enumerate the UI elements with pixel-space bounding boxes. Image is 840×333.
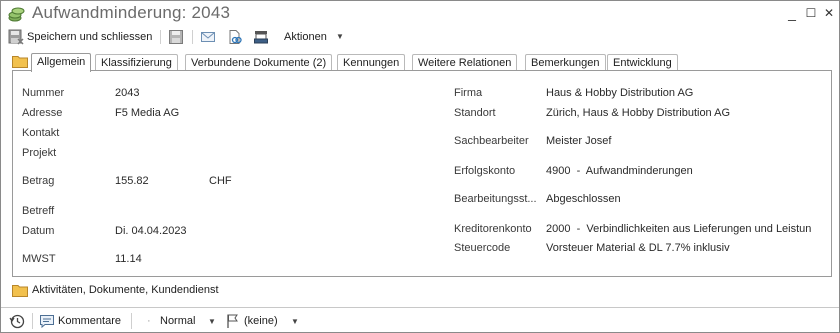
close-button[interactable]: ✕ (821, 4, 837, 22)
related-section-label: Aktivitäten, Dokumente, Kundendienst (32, 284, 219, 296)
sachbearbeiter-value[interactable]: Meister Josef (546, 135, 611, 147)
standort-value[interactable]: Zürich, Haus & Hobby Distribution AG (546, 107, 730, 119)
folder-icon (12, 285, 28, 297)
toolbar: Speichern und schliessen Aktionen ▼ (1, 27, 839, 47)
maximize-button[interactable]: ☐ (803, 4, 819, 22)
save-icon[interactable] (168, 29, 184, 45)
steuercode-value[interactable]: Vorsteuer Material & DL 7.7% inklusiv (546, 242, 730, 254)
toolbar-divider (160, 30, 161, 44)
comments-button[interactable]: Kommentare (58, 315, 121, 327)
minimize-button[interactable]: _ (784, 4, 800, 22)
flag-dropdown-caret[interactable]: ▼ (291, 317, 299, 326)
firma-value[interactable]: Haus & Hobby Distribution AG (546, 87, 693, 99)
save-close-button[interactable]: Speichern und schliessen (27, 31, 152, 43)
standort-label: Standort (454, 107, 496, 119)
datum-value[interactable]: Di. 04.04.2023 (115, 225, 187, 237)
flag-dropdown[interactable]: (keine) (244, 315, 278, 327)
tab-weitere-relationen[interactable]: Weitere Relationen (412, 54, 518, 71)
datum-label: Datum (22, 225, 55, 237)
nummer-value[interactable]: 2043 (115, 87, 139, 99)
sachbearbeiter-label: Sachbearbeiter (454, 135, 529, 147)
toolbar-divider (192, 30, 193, 44)
tab-kennungen[interactable]: Kennungen (337, 54, 406, 71)
kreditorenkonto-label: Kreditorenkonto (454, 223, 532, 235)
kreditorenkonto-value[interactable]: 2000 - Verbindlichkeiten aus Lieferungen… (546, 223, 831, 235)
document-window: Aufwandminderung: 2043 _ ☐ ✕ Speichern u… (0, 0, 840, 333)
adresse-label: Adresse (22, 107, 63, 119)
related-section-header[interactable]: Aktivitäten, Dokumente, Kundendienst (1, 282, 839, 300)
email-icon[interactable] (200, 29, 216, 45)
scanner-icon[interactable] (253, 29, 269, 45)
history-icon[interactable] (9, 313, 25, 329)
actions-dropdown-caret[interactable]: ▼ (336, 32, 344, 41)
mwst-value[interactable]: 11.14 (115, 253, 142, 265)
tab-entwicklung[interactable]: Entwicklung (607, 54, 678, 71)
betrag-value[interactable]: 155.82 (115, 175, 149, 187)
actions-menu[interactable]: Aktionen (284, 31, 327, 43)
save-close-icon (8, 29, 24, 45)
status-bar: Kommentare · Normal ▼ (keine) ▼ (1, 307, 839, 333)
link-document-icon[interactable] (227, 29, 243, 45)
steuercode-label: Steuercode (454, 242, 511, 254)
tab-verbundene-dokumente[interactable]: Verbundene Dokumente (2) (185, 54, 333, 71)
tab-allgemein[interactable]: Allgemein (31, 53, 92, 73)
coins-icon (8, 7, 25, 22)
adresse-value[interactable]: F5 Media AG (115, 107, 179, 119)
mwst-label: MWST (22, 253, 56, 265)
flag-icon (227, 314, 238, 328)
title-bar: Aufwandminderung: 2043 _ ☐ ✕ (1, 1, 839, 27)
status-divider (131, 313, 132, 329)
betreff-label: Betreff (22, 205, 55, 217)
currency-value[interactable]: CHF (209, 175, 232, 187)
tab-bemerkungen[interactable]: Bemerkungen (525, 54, 606, 71)
nummer-label: Nummer (22, 87, 65, 99)
projekt-label: Projekt (22, 147, 57, 159)
general-panel: Nummer 2043 Adresse F5 Media AG Kontakt … (12, 70, 832, 277)
priority-dropdown-caret[interactable]: ▼ (208, 317, 216, 326)
bearbeitungsstatus-label: Bearbeitungsst... (454, 193, 537, 205)
status-divider (32, 313, 33, 329)
priority-bullet: · (147, 315, 151, 327)
erfolgskonto-label: Erfolgskonto (454, 165, 516, 177)
betrag-label: Betrag (22, 175, 55, 187)
kontakt-label: Kontakt (22, 127, 60, 139)
priority-dropdown[interactable]: Normal (160, 315, 195, 327)
comment-icon (40, 315, 54, 329)
firma-label: Firma (454, 87, 483, 99)
bearbeitungsstatus-value[interactable]: Abgeschlossen (546, 193, 621, 205)
window-title: Aufwandminderung: 2043 (32, 3, 231, 22)
tab-klassifizierung[interactable]: Klassifizierung (95, 54, 178, 71)
tab-strip: Allgemein Klassifizierung Verbundene Dok… (1, 53, 839, 73)
folder-icon (12, 56, 28, 68)
erfolgskonto-value[interactable]: 4900 - Aufwandminderungen (546, 165, 693, 177)
